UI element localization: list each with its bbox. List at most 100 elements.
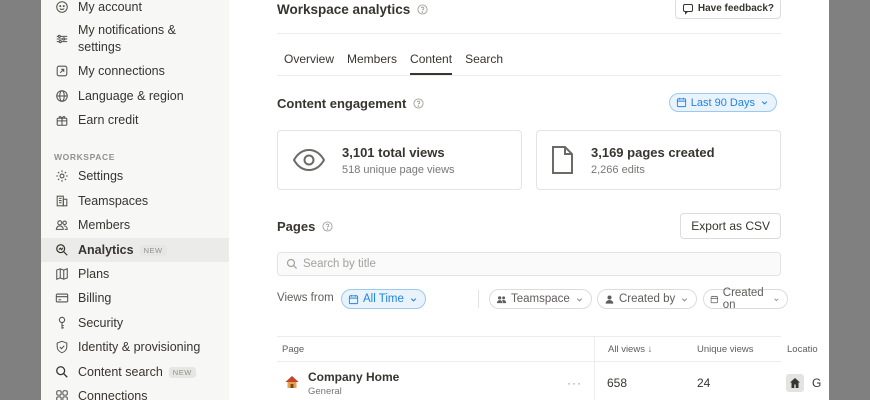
unique-page-views: 518 unique page views: [342, 163, 455, 176]
smile-icon: [54, 0, 70, 15]
page-icon: [545, 143, 579, 177]
people-icon: [54, 217, 70, 233]
help-icon[interactable]: [322, 221, 333, 232]
credit-card-icon: [54, 290, 70, 306]
sidebar-item-content-search[interactable]: Content search NEW: [41, 362, 229, 382]
sidebar-item-label: Content search: [78, 364, 163, 379]
date-range-label: Last 90 Days: [690, 96, 755, 109]
sidebar-item-label: My account: [78, 0, 142, 14]
chevron-down-icon: [774, 297, 779, 301]
sidebar-item-earn-credit[interactable]: Earn credit: [41, 110, 229, 130]
created-by-filter[interactable]: Created by: [597, 289, 698, 309]
sidebar-item-security[interactable]: Security: [41, 313, 229, 333]
filter-separator: [478, 290, 479, 308]
column-header-location[interactable]: Locatio: [787, 344, 818, 355]
key-icon: [54, 315, 70, 331]
sidebar-item-label: Security: [78, 315, 124, 330]
column-header-label: All views: [608, 344, 645, 355]
pages-heading: Pages: [277, 219, 333, 234]
edits-count: 2,266 edits: [591, 163, 645, 176]
views-from-label: Views from: [277, 292, 334, 304]
sidebar-item-label: Earn credit: [78, 112, 139, 127]
pages-title: Pages: [277, 219, 316, 234]
sidebar-item-my-account[interactable]: My account: [41, 0, 229, 17]
export-csv-button[interactable]: Export as CSV: [680, 213, 781, 239]
sidebar-item-label: Connections: [78, 388, 148, 400]
sidebar-item-label: My notifications & settings: [78, 23, 176, 54]
search-icon: [54, 364, 70, 380]
sidebar-item-connections[interactable]: Connections: [41, 386, 229, 400]
more-options-icon[interactable]: ···: [567, 376, 582, 390]
row-unique-views: 24: [697, 376, 711, 390]
created-by-filter-label: Created by: [619, 293, 676, 305]
created-on-filter[interactable]: Created on: [703, 287, 788, 311]
content-engagement-heading: Content engagement: [277, 96, 424, 111]
page-title-row: Workspace analytics: [277, 2, 428, 17]
sidebar-item-identity[interactable]: Identity & provisioning: [41, 337, 229, 357]
row-page-teamspace: General: [308, 386, 342, 397]
arrow-down-icon: ↓: [647, 344, 653, 355]
sidebar-item-members[interactable]: Members: [41, 215, 229, 235]
tabs-divider: [277, 75, 781, 76]
help-icon[interactable]: [413, 98, 424, 109]
feedback-label: Have feedback?: [697, 3, 774, 14]
sidebar-item-billing[interactable]: Billing: [41, 288, 229, 308]
row-location: G: [812, 376, 822, 390]
sidebar-item-teamspaces[interactable]: Teamspaces: [41, 191, 229, 211]
pages-created: 3,169 pages created: [591, 144, 715, 160]
zoom-chart-icon: [54, 242, 70, 258]
sidebar-item-label: My connections: [78, 63, 165, 78]
search-input[interactable]: Search by title: [277, 252, 781, 276]
calendar-icon: [710, 295, 719, 303]
help-icon[interactable]: [417, 4, 428, 15]
sidebar-item-connections-personal[interactable]: My connections: [41, 61, 229, 81]
settings-sidebar: My account My notifications & settings M…: [41, 0, 229, 400]
grid-icon: [54, 388, 70, 400]
content-engagement-title: Content engagement: [277, 96, 407, 111]
teamspace-filter[interactable]: Teamspace: [489, 289, 592, 309]
feedback-button[interactable]: Have feedback?: [674, 0, 781, 19]
sliders-icon: [54, 31, 70, 47]
sidebar-item-label: Billing: [78, 290, 112, 305]
column-header-page[interactable]: Page: [282, 344, 304, 355]
sidebar-item-settings[interactable]: Settings: [41, 166, 229, 186]
people-icon: [496, 295, 507, 303]
calendar-icon: [348, 294, 359, 304]
gift-icon: [54, 112, 70, 128]
table-column-divider: [594, 336, 595, 400]
time-filter[interactable]: All Time: [341, 289, 426, 309]
sidebar-item-plans[interactable]: Plans: [41, 264, 229, 284]
new-badge: NEW: [168, 366, 196, 378]
chevron-down-icon: [410, 297, 417, 302]
column-header-unique-views[interactable]: Unique views: [697, 344, 754, 355]
sidebar-item-label: Plans: [78, 266, 110, 281]
time-filter-label: All Time: [363, 293, 404, 305]
eye-icon: [292, 143, 326, 177]
sidebar-item-notifications[interactable]: My notifications & settings: [41, 22, 229, 56]
sidebar-item-label: Teamspaces: [78, 193, 149, 208]
chevron-down-icon: [761, 101, 768, 105]
shield-check-icon: [54, 339, 70, 355]
sidebar-item-label: Analytics: [78, 242, 134, 257]
house-emoji-icon: [285, 376, 299, 388]
tab-overview[interactable]: Overview: [284, 52, 334, 75]
tab-content[interactable]: Content: [410, 52, 453, 75]
analytics-tabs: Overview Members Content Search: [284, 52, 503, 75]
search-icon: [286, 258, 298, 270]
created-on-filter-label: Created on: [722, 287, 764, 311]
sidebar-item-language[interactable]: Language & region: [41, 86, 229, 106]
date-range-button[interactable]: Last 90 Days: [668, 93, 777, 112]
row-page-title[interactable]: Company Home: [308, 370, 399, 384]
views-stat-card: 3,101 total views 518 unique page views: [277, 130, 522, 190]
home-icon: [786, 374, 804, 392]
sidebar-item-label: Settings: [78, 168, 124, 183]
settings-dialog: My account My notifications & settings M…: [41, 0, 829, 400]
chevron-down-icon: [682, 297, 688, 302]
search-placeholder: Search by title: [303, 258, 376, 270]
page-title: Workspace analytics: [277, 2, 411, 17]
tab-members[interactable]: Members: [347, 52, 397, 75]
sidebar-item-analytics[interactable]: Analytics NEW: [41, 238, 229, 262]
tab-search[interactable]: Search: [465, 52, 503, 75]
column-header-all-views[interactable]: All views ↓: [608, 344, 652, 355]
calendar-icon: [676, 97, 686, 108]
